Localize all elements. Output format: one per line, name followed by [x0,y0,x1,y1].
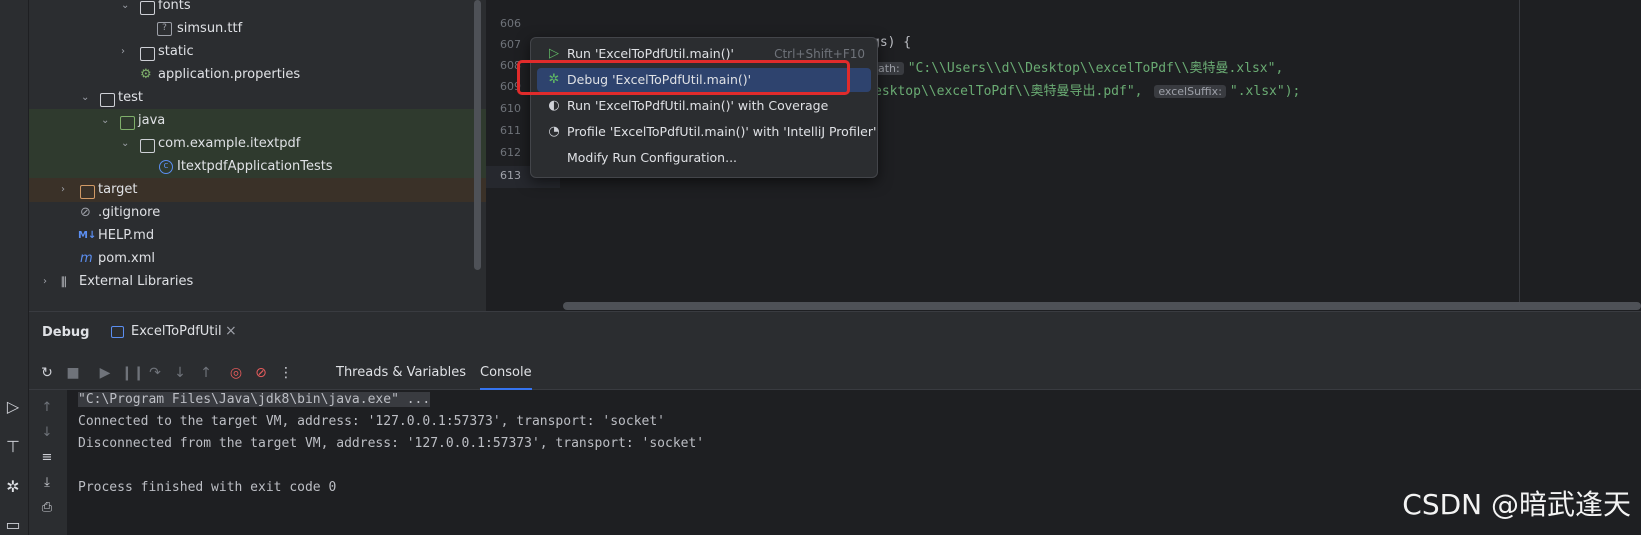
menu-item-modify-config[interactable]: Modify Run Configuration... [537,146,871,170]
tree-item-static[interactable]: › static [29,40,486,64]
app-config-icon [111,326,124,338]
mute-breakpoints-icon[interactable]: ⊘ [252,364,270,382]
menu-item-profile[interactable]: ◔ Profile 'ExcelToPdfUtil.main()' with '… [537,120,876,144]
libraries-icon: ⫼ [61,275,67,289]
param-hint: excelSuffix: [1154,85,1226,98]
chevron-right-icon[interactable]: › [121,40,133,64]
watermark: CSDN @暗武逢天 [1402,488,1631,521]
chevron-down-icon[interactable]: ⌄ [101,109,113,133]
services-icon[interactable]: ▷ [2,396,24,418]
rerun-icon[interactable]: ↻ [38,364,56,382]
tree-item-pom[interactable]: m pom.xml [29,247,486,271]
scroll-to-end-icon[interactable]: ⤓ [39,475,55,491]
console-side-toolbar: ↑ ↓ ≡ ⤓ ⎙ [29,390,67,535]
tree-item-external-libraries[interactable]: › ⫼ External Libraries [29,270,486,294]
folder-icon [140,47,155,61]
build-icon[interactable]: ⊤ [2,436,24,458]
soft-wrap-icon[interactable]: ≡ [39,450,55,466]
console-line: Connected to the target VM, address: '12… [78,414,665,429]
unknown-file-icon: ? [157,22,172,36]
string-literal: ".xlsx"); [1229,84,1301,99]
resume-icon[interactable]: ▶ [96,364,114,382]
console-command-line: "C:\Program Files\Java\jdk8\bin\java.exe… [78,392,431,407]
view-breakpoints-icon[interactable]: ◎ [227,364,245,382]
folder-icon [120,116,135,130]
scroll-up-icon[interactable]: ↑ [39,400,55,416]
markdown-icon: M↓ [78,230,97,241]
tree-item-simsun[interactable]: ? simsun.ttf [29,17,486,41]
tree-item-java[interactable]: ⌄ java [29,109,486,133]
param-hint: ath: [874,62,904,75]
more-options-icon[interactable]: ⋮ [277,364,295,382]
menu-item-coverage[interactable]: ◐ Run 'ExcelToPdfUtil.main()' with Cover… [537,94,871,118]
tree-item-test[interactable]: ⌄ test [29,86,486,110]
stop-icon[interactable]: ■ [64,364,82,382]
console-line: Disconnected from the target VM, address… [78,436,705,451]
chevron-right-icon[interactable]: › [61,178,73,202]
code-line-609: esktop\\excelToPdf\\奥特曼导出.pdf", excelSuf… [874,80,1300,99]
tab-console[interactable]: Console [480,356,532,390]
package-icon [140,139,155,153]
ignore-file-icon: ⊘ [80,205,91,220]
step-out-icon[interactable]: ↑ [197,364,215,382]
session-tab[interactable]: ExcelToPdfUtil [131,324,222,339]
step-over-icon[interactable]: ↷ [146,364,164,382]
profiler-icon: ◔ [548,124,560,139]
run-context-popup: ▷ Run 'ExcelToPdfUtil.main()' Ctrl+Shift… [530,37,878,178]
tree-item-gitignore[interactable]: ⊘ .gitignore [29,201,486,225]
tree-item-fonts[interactable]: ⌄ fonts [29,0,486,18]
right-margin-guide [1519,0,1520,305]
print-icon[interactable]: ⎙ [39,500,55,516]
line-number: 606 [500,17,521,30]
horizontal-scrollbar[interactable] [563,302,1641,310]
debug-toolbar: ↻ ■ ▶ ❙❙ ↷ ↓ ↑ ◎ ⊘ ⋮ Threads & Variables… [29,356,1641,390]
left-tool-strip: ▷ ⊤ ✲ ▭ [0,0,29,535]
close-icon[interactable]: × [225,323,237,339]
string-literal: "C:\\Users\\d\\Desktop\\excelToPdf\\奥特曼.… [907,61,1284,76]
tree-item-target[interactable]: › target [29,178,486,202]
string-literal: esktop\\excelToPdf\\奥特曼导出.pdf", [874,84,1143,99]
chevron-down-icon[interactable]: ⌄ [121,0,133,18]
pause-icon[interactable]: ❙❙ [121,364,144,382]
annotation-highlight-box [517,60,850,95]
chevron-down-icon[interactable]: ⌄ [121,132,133,156]
class-icon: c [159,160,173,174]
debug-title: Debug [42,325,90,340]
chevron-down-icon[interactable]: ⌄ [81,86,93,110]
step-into-icon[interactable]: ↓ [171,364,189,382]
settings-file-icon: ⚙ [140,67,152,82]
chevron-right-icon[interactable]: › [43,270,55,294]
console-line: Process finished with exit code 0 [78,480,337,495]
folder-icon [140,1,155,15]
folder-icon [100,93,115,107]
debug-tool-icon[interactable]: ✲ [2,476,24,498]
debug-header: Debug ExcelToPdfUtil × [29,312,1641,356]
tree-item-application-properties[interactable]: ⚙ application.properties [29,63,486,87]
code-line-608: ath: "C:\\Users\\d\\Desktop\\excelToPdf\\… [870,57,1283,76]
tree-scrollbar[interactable] [474,0,481,270]
tree-item-package[interactable]: ⌄ com.example.itextpdf [29,132,486,156]
project-tree: ⌄ fonts ? simsun.ttf › static ⚙ applicat… [29,0,486,311]
folder-icon [80,185,95,199]
maven-icon: m [80,251,93,266]
scroll-down-icon[interactable]: ↓ [39,425,55,441]
tree-item-test-class[interactable]: c ItextpdfApplicationTests [29,155,486,179]
coverage-icon: ◐ [548,98,560,113]
terminal-icon[interactable]: ▭ [2,514,24,535]
tree-item-help-md[interactable]: M↓ HELP.md [29,224,486,248]
tab-threads-variables[interactable]: Threads & Variables [336,356,466,390]
